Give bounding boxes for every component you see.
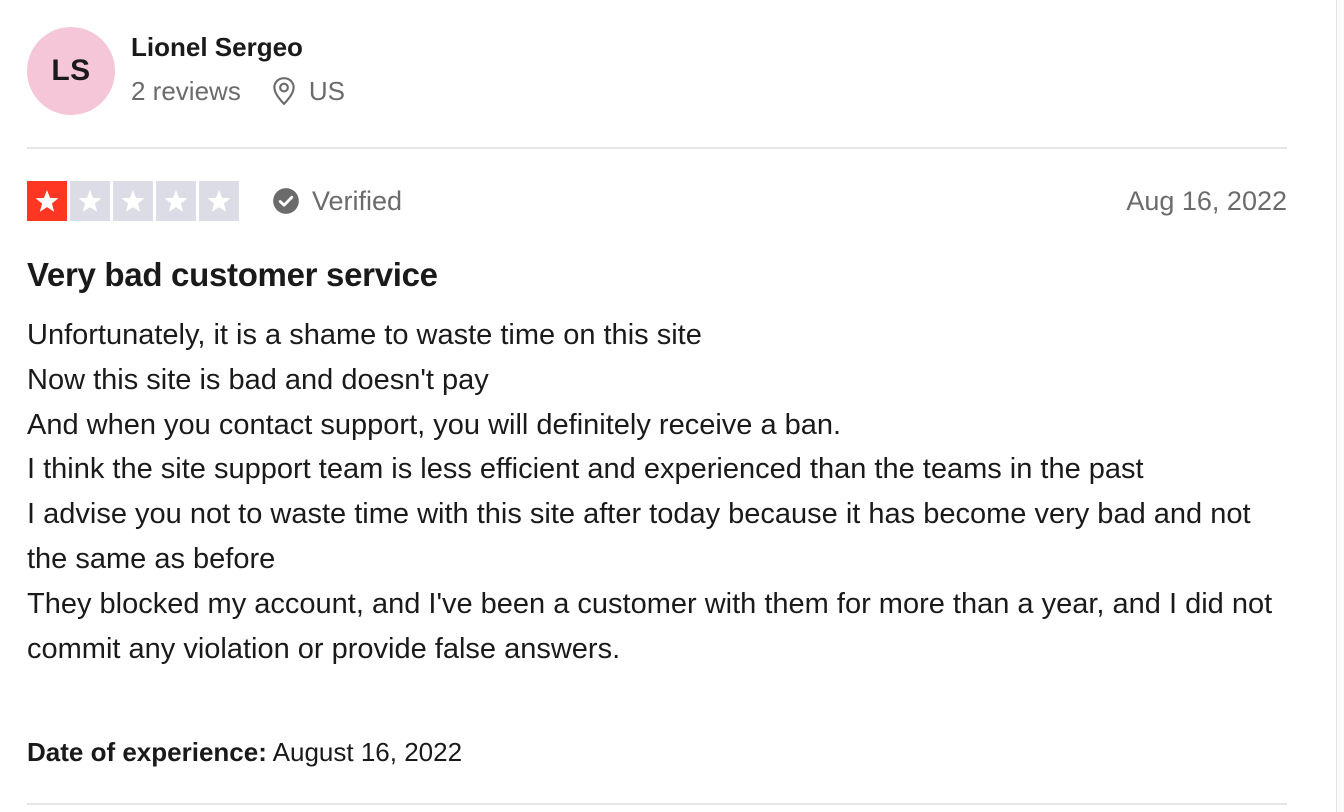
experience-date: August 16, 2022 [272,737,463,767]
star-4 [156,181,196,221]
check-circle-icon [273,188,299,214]
star-5 [199,181,239,221]
star-2 [70,181,110,221]
avatar[interactable]: LS [27,27,115,115]
review-body-line: And when you contact support, you will d… [27,408,842,441]
star-1 [27,181,67,221]
review-body-line: I advise you not to waste time with this… [27,498,1251,575]
map-pin-icon [273,77,295,106]
scrollbar[interactable] [1336,0,1344,812]
consumer-header: LS Lionel Sergeo 2 reviews US [27,27,345,117]
review-body: Unfortunately, it is a shame to waste ti… [27,313,1277,671]
consumer-name[interactable]: Lionel Sergeo [131,31,345,63]
star-rating [27,181,239,221]
consumer-info: Lionel Sergeo 2 reviews US [131,31,345,107]
divider [27,147,1287,149]
star-icon [35,189,59,212]
divider [27,803,1287,805]
review-title[interactable]: Very bad customer service [27,254,438,296]
star-3 [113,181,153,221]
review-body-line: I think the site support team is less ef… [27,453,1144,486]
verified-label: Verified [312,185,403,216]
star-icon [164,189,188,212]
review-body-line: They blocked my account, and I've been a… [27,587,1273,665]
star-icon [121,189,145,212]
consumer-location: US [271,75,345,107]
review-body-line: Now this site is bad and doesn't pay [27,363,489,396]
star-icon [207,189,231,212]
consumer-meta: 2 reviews US [131,75,345,107]
review-body-line: Unfortunately, it is a shame to waste ti… [27,319,702,351]
star-icon [78,189,102,212]
review-date: Aug 16, 2022 [1126,185,1287,216]
location-label: US [308,76,345,106]
review-count: 2 reviews [131,76,241,106]
date-of-experience: Date of experience: August 16, 2022 [27,734,462,770]
verified-badge[interactable]: Verified [272,186,402,217]
experience-label: Date of experience: [27,737,267,767]
rating-row: Verified Aug 16, 2022 [27,181,1287,221]
review-card: LS Lionel Sergeo 2 reviews US Verified A… [0,0,1336,812]
